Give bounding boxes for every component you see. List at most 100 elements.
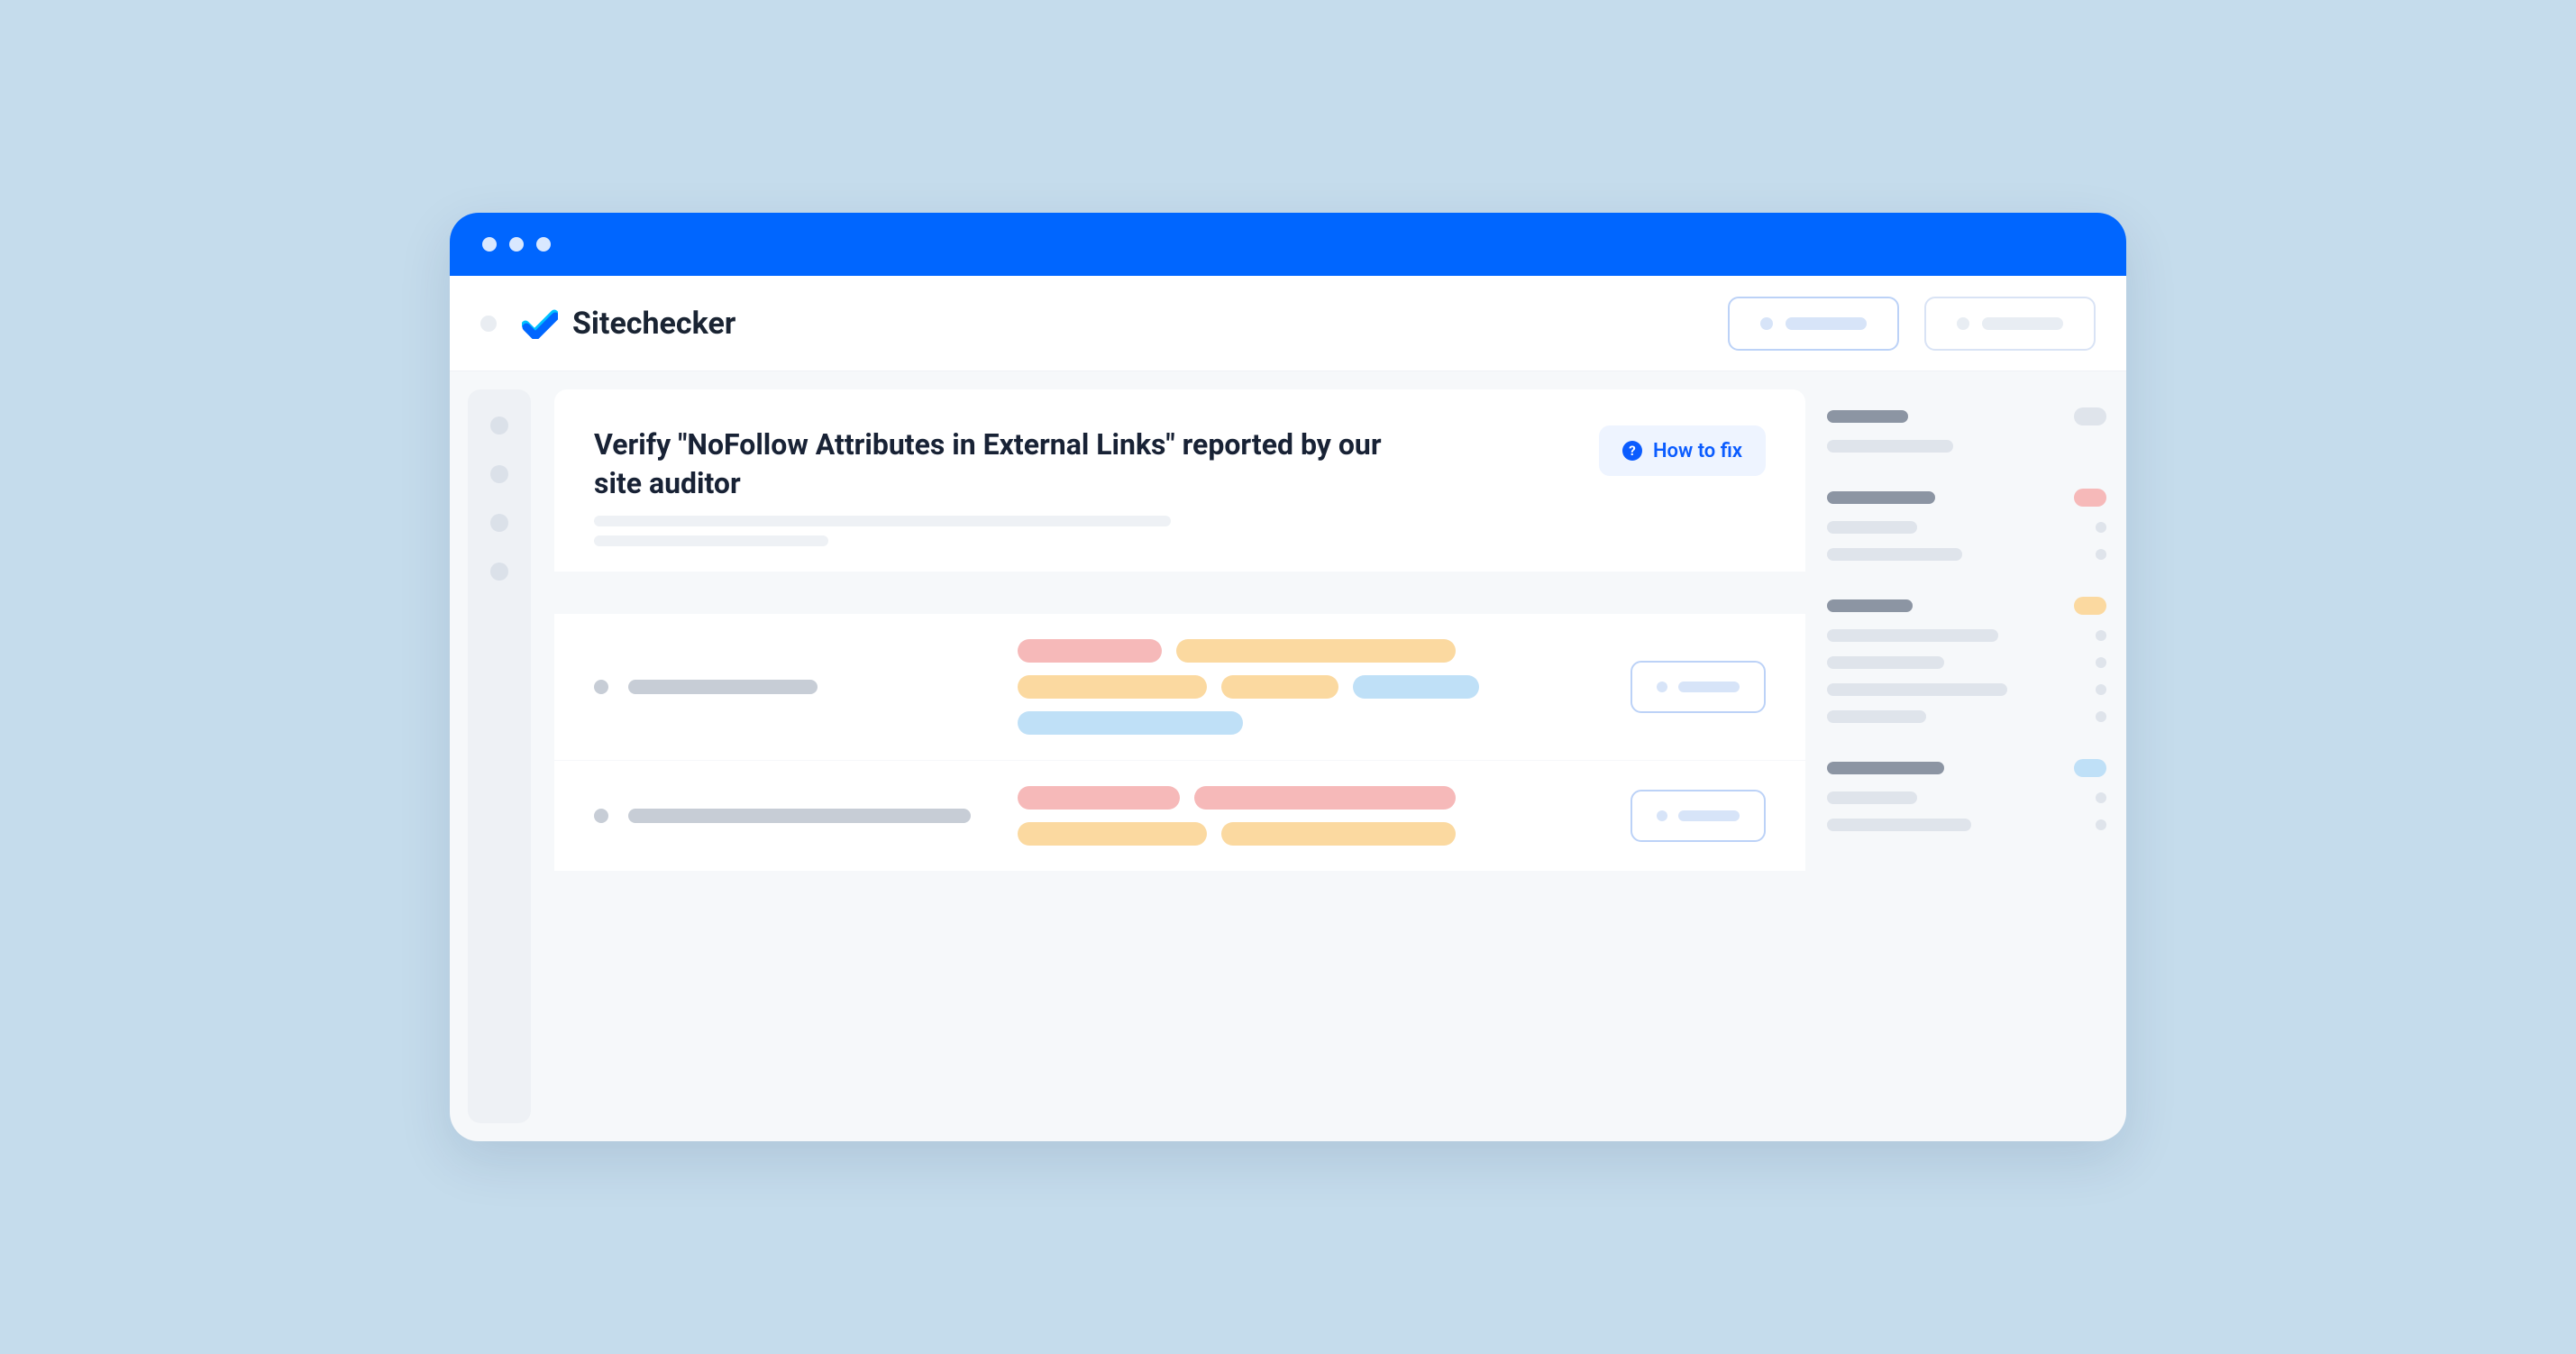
help-icon: ? [1622,441,1642,461]
window-control-maximize[interactable] [536,237,551,252]
main-area: Verify "NoFollow Attributes in External … [531,371,2126,1141]
sidebar [468,389,531,1123]
summary-label [1827,710,1926,723]
row-action-button[interactable] [1631,790,1766,842]
summary-label [1827,548,1962,561]
brand-name: Sitechecker [572,306,735,342]
sidebar-item[interactable] [490,563,508,581]
tag-chip [1221,675,1338,699]
row-url-placeholder [594,809,982,823]
summary-dot [2096,792,2106,803]
how-to-fix-label: How to fix [1653,440,1742,462]
app-body: Verify "NoFollow Attributes in External … [450,371,2126,1141]
summary-dot [2096,711,2106,722]
checkmark-icon [522,308,558,339]
summary-label [1827,762,1944,774]
content-column: Verify "NoFollow Attributes in External … [554,389,1805,1141]
summary-row[interactable] [1827,440,2106,453]
summary-group [1827,597,2106,723]
row-tags [1018,786,1594,846]
summary-dot [2096,522,2106,533]
window-titlebar [450,213,2126,276]
topbar-primary-button[interactable] [1728,297,1899,351]
window-control-close[interactable] [482,237,497,252]
summary-badge [2074,407,2106,425]
menu-toggle[interactable] [480,316,497,332]
window-control-minimize[interactable] [509,237,524,252]
row-bullet [594,680,608,694]
row-tags [1018,639,1594,735]
summary-label [1827,440,1953,453]
placeholder-bar [1786,317,1867,330]
tag-chip [1221,822,1456,846]
summary-row[interactable] [1827,791,2106,804]
summary-group [1827,759,2106,831]
issue-subtitle-placeholder [594,516,1572,546]
summary-row[interactable] [1827,656,2106,669]
summary-row[interactable] [1827,683,2106,696]
tag-chip [1018,786,1180,810]
summary-badge [2074,597,2106,615]
summary-dot [2096,684,2106,695]
summary-row[interactable] [1827,629,2106,642]
sidebar-item[interactable] [490,514,508,532]
summary-label [1827,683,2007,696]
summary-row[interactable] [1827,521,2106,534]
summary-dot [2096,630,2106,641]
summary-row[interactable] [1827,548,2106,561]
summary-label [1827,819,1971,831]
tag-chip [1018,639,1162,663]
summary-label [1827,599,1913,612]
summary-row[interactable] [1827,710,2106,723]
summary-row[interactable] [1827,597,2106,615]
placeholder-dot [1760,317,1773,330]
how-to-fix-button[interactable]: ? How to fix [1599,425,1766,476]
placeholder-dot [1957,317,1969,330]
summary-label [1827,410,1908,423]
placeholder-dot [1657,810,1667,821]
brand-logo[interactable]: Sitechecker [522,306,735,342]
issue-title: Verify "NoFollow Attributes in External … [594,425,1387,503]
row-bullet [594,809,608,823]
tag-chip [1194,786,1456,810]
summary-label [1827,791,1917,804]
placeholder-bar [1982,317,2063,330]
summary-row[interactable] [1827,759,2106,777]
summary-badge [2074,759,2106,777]
tag-chip [1176,639,1456,663]
summary-group [1827,407,2106,453]
title-block: Verify "NoFollow Attributes in External … [594,425,1572,546]
issue-card: Verify "NoFollow Attributes in External … [554,389,1805,871]
summary-dot [2096,819,2106,830]
tag-chip [1018,822,1207,846]
summary-badge [2074,489,2106,507]
tag-chip [1353,675,1479,699]
tag-chip [1018,711,1243,735]
placeholder-bar [1678,682,1740,692]
summary-label [1827,521,1917,534]
row-text-placeholder [628,680,818,694]
summary-label [1827,491,1935,504]
sidebar-item[interactable] [490,416,508,435]
summary-row[interactable] [1827,819,2106,831]
placeholder-bar [1678,810,1740,821]
row-action-button[interactable] [1631,661,1766,713]
tag-chip [1018,675,1207,699]
topbar-secondary-button[interactable] [1924,297,2096,351]
summary-dot [2096,549,2106,560]
summary-group [1827,489,2106,561]
result-row [554,760,1805,871]
row-text-placeholder [628,809,971,823]
summary-label [1827,629,1998,642]
summary-row[interactable] [1827,489,2106,507]
app-window: Sitechecker Verify "NoFollow Attrib [450,213,2126,1141]
row-url-placeholder [594,680,982,694]
summary-dot [2096,657,2106,668]
result-row [554,613,1805,760]
placeholder-dot [1657,682,1667,692]
topbar: Sitechecker [450,276,2126,371]
summary-panel [1827,389,2106,1141]
summary-row[interactable] [1827,407,2106,425]
section-gap [554,572,1805,613]
sidebar-item[interactable] [490,465,508,483]
